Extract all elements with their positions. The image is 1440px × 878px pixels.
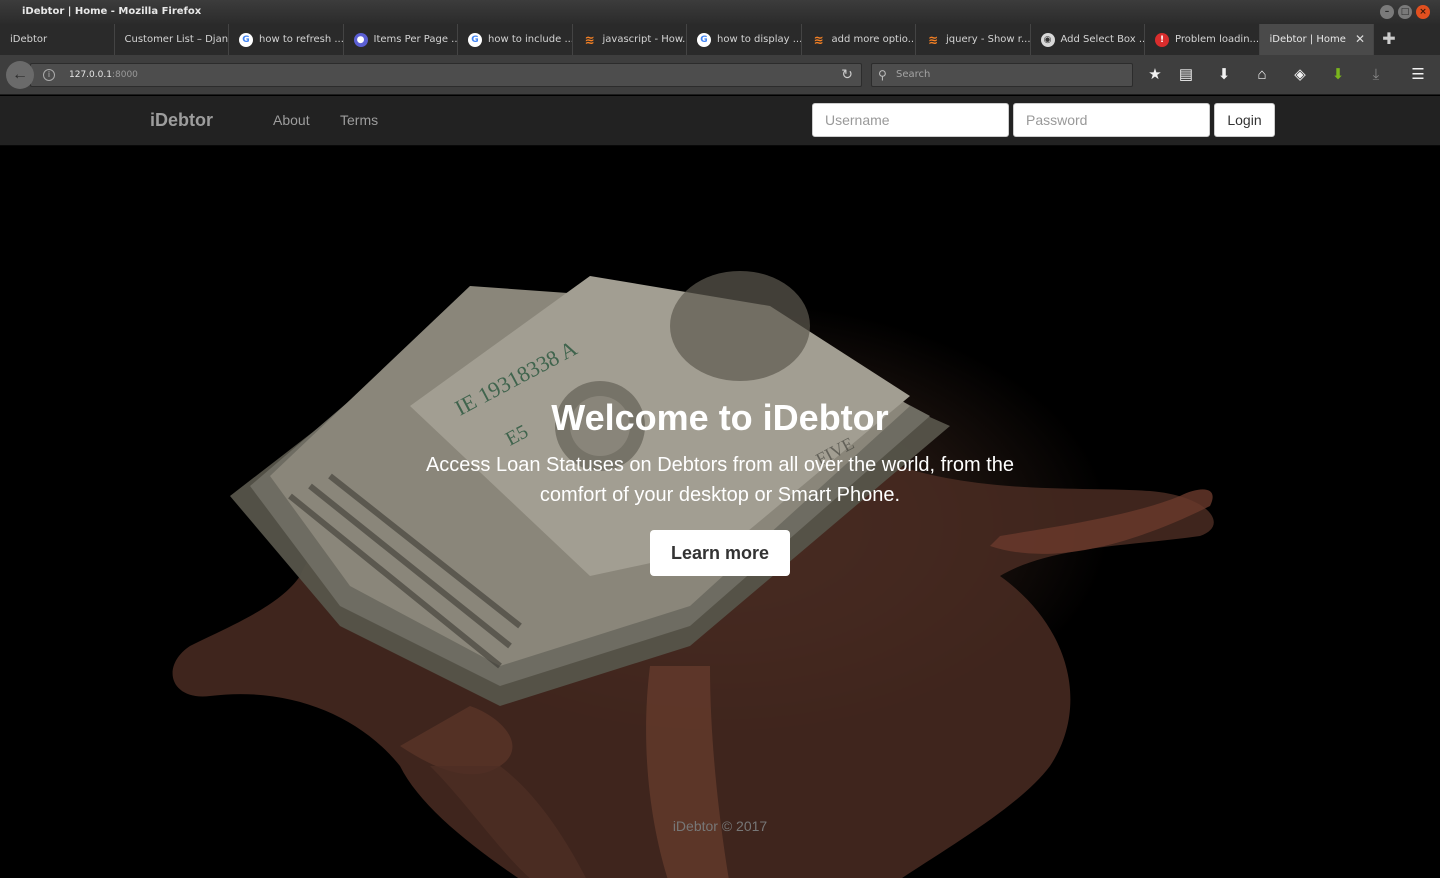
username-input[interactable]: Username — [812, 103, 1009, 137]
brand-logo[interactable]: iDebtor — [150, 96, 213, 144]
search-placeholder: Search — [896, 69, 931, 80]
tab-label: iDebtor — [10, 34, 48, 45]
error-icon: ! — [1155, 32, 1169, 47]
tab-label: Items Per Page ... — [373, 34, 458, 45]
tab-idebtor[interactable]: iDebtor — [0, 24, 115, 55]
google-icon: G — [468, 32, 482, 47]
web-page: IE 19318338 A E5 FIVE iDebtor About Term… — [0, 96, 1440, 878]
tab-how-to-display[interactable]: Ghow to display ... — [687, 24, 802, 55]
hero-title: Welcome to iDebtor — [551, 397, 889, 438]
bookmark-star-icon[interactable]: ★ — [1144, 64, 1166, 86]
home-icon[interactable]: ⌂ — [1251, 64, 1273, 86]
tab-jquery-show[interactable]: ≋ jquery - Show r... — [916, 24, 1031, 55]
minimize-button[interactable]: – — [1380, 5, 1394, 19]
window-controls: – □ × — [1380, 5, 1430, 19]
tab-label: Customer List – Djan... — [124, 34, 229, 45]
stackoverflow-icon: ≋ — [813, 32, 824, 47]
login-button[interactable]: Login — [1214, 103, 1275, 137]
search-bar[interactable]: ⚲ Search — [871, 63, 1133, 87]
site-navbar: iDebtor About Terms Username Password Lo… — [0, 96, 1440, 146]
tab-customer-list[interactable]: Customer List – Djan... — [115, 24, 229, 55]
password-input[interactable]: Password — [1013, 103, 1210, 137]
hero-section: Welcome to iDebtor Access Loan Statuses … — [0, 394, 1440, 576]
tab-label: how to display ... — [717, 34, 802, 45]
tab-label: javascript - How... — [602, 34, 687, 45]
tab-label: jquery - Show r... — [946, 34, 1031, 45]
learn-more-button[interactable]: Learn more — [650, 530, 790, 576]
browser-toolbar: i 127.0.0.1:8000 ↻ ← ⚲ Search ★ ▤ ⬇ ⌂ ◈ … — [0, 55, 1440, 95]
close-window-button[interactable]: × — [1416, 5, 1430, 19]
pocket-icon[interactable]: ◈ — [1289, 64, 1311, 86]
green-download-icon[interactable]: ⬇ — [1327, 64, 1349, 86]
tab-label: how to refresh ... — [259, 34, 344, 45]
tab-problem-loading[interactable]: ! Problem loadin... — [1145, 24, 1260, 55]
stackoverflow-icon: ≋ — [927, 32, 939, 47]
tab-how-to-refresh[interactable]: Ghow to refresh ... — [229, 24, 344, 55]
nav-link-about[interactable]: About — [273, 96, 310, 144]
tab-add-more-options[interactable]: ≋ add more optio... — [802, 24, 916, 55]
download-icon[interactable]: ⬇ — [1213, 64, 1235, 86]
tab-label: Problem loadin... — [1175, 34, 1260, 45]
google-icon: G — [697, 32, 711, 47]
url-port: :8000 — [111, 70, 138, 80]
google-icon: G — [239, 32, 253, 47]
close-tab-icon[interactable]: ✕ — [1355, 24, 1365, 55]
search-icon: ⚲ — [878, 68, 887, 82]
window-titlebar: iDebtor | Home - Mozilla Firefox – □ × — [0, 0, 1440, 24]
url-bar[interactable]: i 127.0.0.1:8000 ↻ — [30, 63, 862, 87]
tab-label: add more optio... — [831, 34, 916, 45]
downloads-icon[interactable]: ⤓ — [1365, 64, 1387, 86]
tab-javascript-how[interactable]: ≋ javascript - How... — [573, 24, 687, 55]
tab-add-select-box[interactable]: ◉ Add Select Box ... — [1031, 24, 1145, 55]
nav-link-terms[interactable]: Terms — [340, 96, 378, 144]
footer-copyright: iDebtor © 2017 — [672, 818, 768, 834]
back-button[interactable]: ← — [6, 61, 34, 89]
reload-icon[interactable]: ↻ — [841, 64, 853, 86]
tab-how-to-include[interactable]: Ghow to include ... — [458, 24, 573, 55]
tab-idebtor-home[interactable]: iDebtor | Home ✕ — [1259, 24, 1374, 55]
tab-label: how to include ... — [488, 34, 573, 45]
github-icon: ◉ — [1040, 32, 1055, 47]
tab-bar: iDebtor Customer List – Djan... Ghow to … — [0, 24, 1440, 55]
url-host: 127.0.0.1 — [69, 70, 112, 80]
stackoverflow-icon: ≋ — [584, 32, 595, 47]
blue-circle-icon: ● — [353, 32, 368, 47]
hero-subtitle: Access Loan Statuses on Debtors from all… — [425, 454, 1015, 506]
window-title: iDebtor | Home - Mozilla Firefox — [22, 6, 202, 17]
tab-label: iDebtor | Home — [1269, 34, 1346, 45]
tab-items-per-page[interactable]: ● Items Per Page ... — [344, 24, 458, 55]
info-icon[interactable]: i — [43, 69, 55, 81]
tab-label: Add Select Box ... — [1060, 34, 1145, 45]
new-tab-icon[interactable]: ✚ — [1374, 24, 1404, 55]
menu-icon[interactable]: ☰ — [1407, 64, 1429, 86]
maximize-button[interactable]: □ — [1398, 5, 1412, 19]
reading-list-icon[interactable]: ▤ — [1175, 64, 1197, 86]
